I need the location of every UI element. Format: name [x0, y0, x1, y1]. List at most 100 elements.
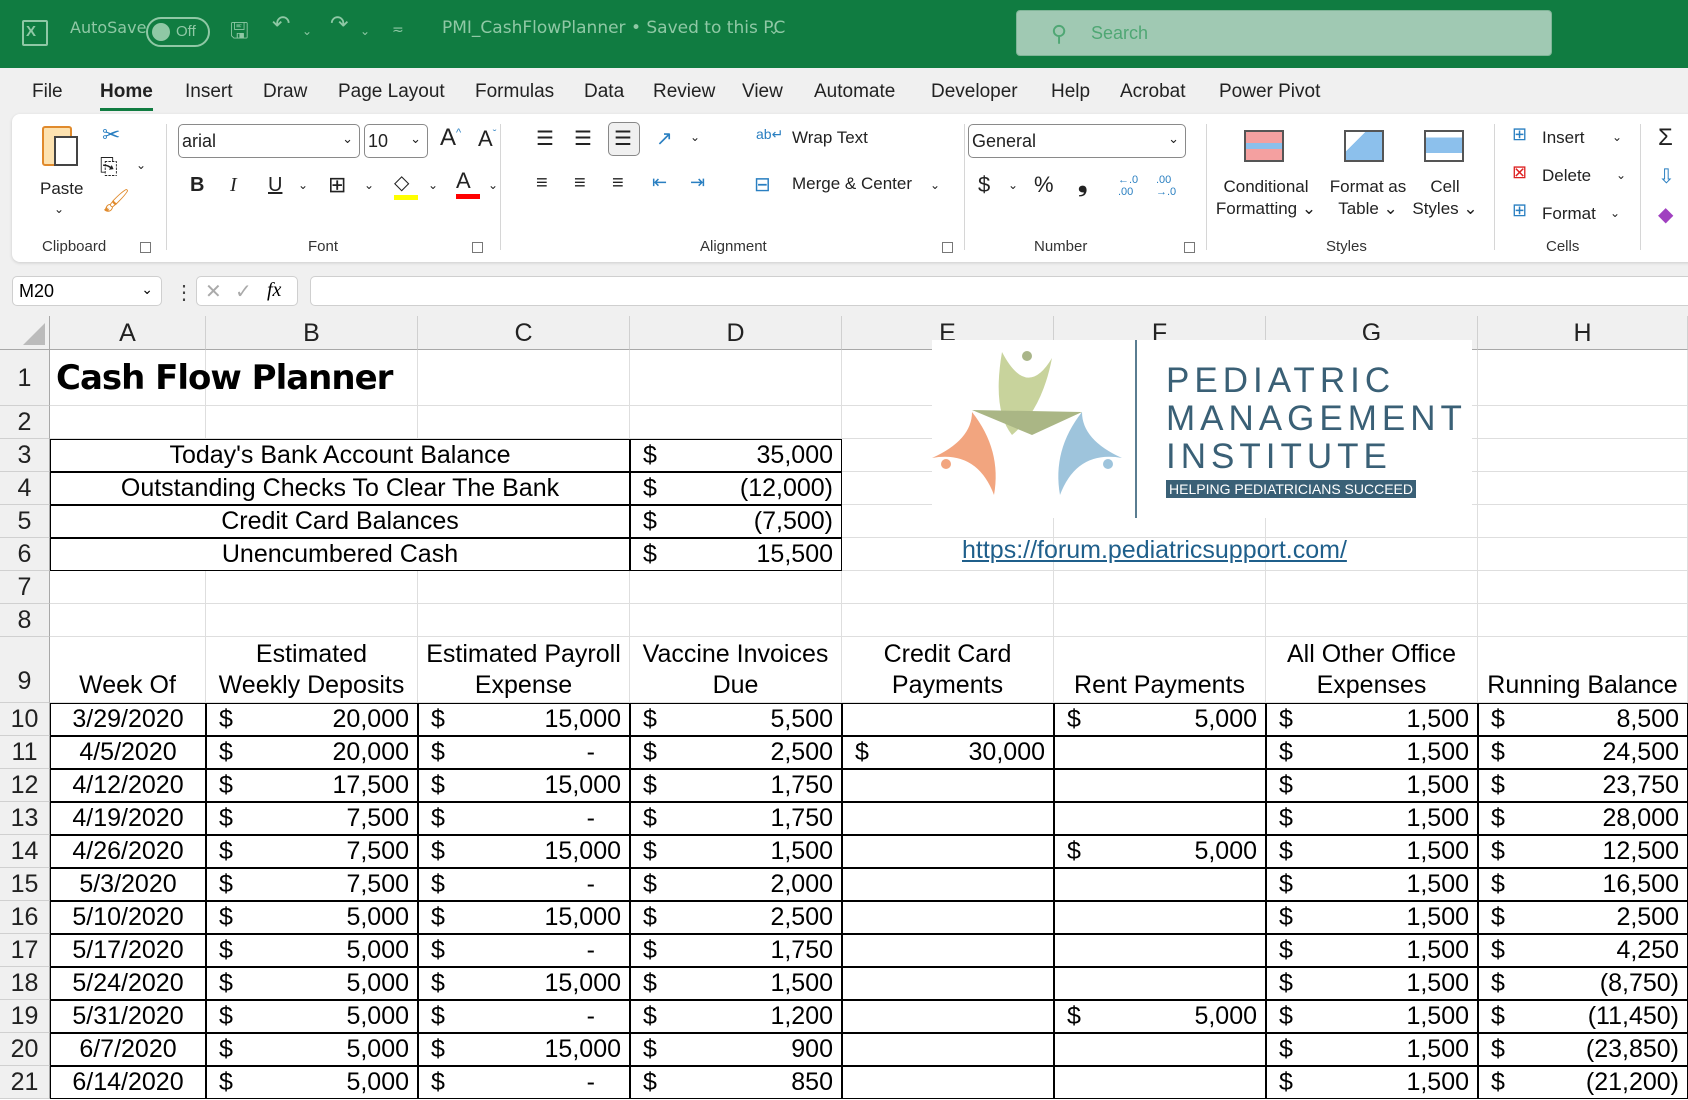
amount-cell[interactable]: $7,500	[206, 835, 418, 868]
amount-cell[interactable]: $23,750	[1478, 769, 1688, 802]
amount-cell[interactable]: $5,000	[206, 934, 418, 967]
amount-cell[interactable]: $15,000	[418, 967, 630, 1000]
cut-icon[interactable]: ✂	[102, 122, 120, 148]
amount-cell[interactable]	[1054, 802, 1266, 835]
decrease-indent-icon[interactable]: ⇤	[652, 172, 667, 193]
search-box[interactable]: ⚲ Search	[1016, 10, 1552, 56]
summary-value[interactable]: $35,000	[630, 439, 842, 472]
cell[interactable]	[206, 604, 418, 637]
row-header[interactable]: 15	[0, 868, 50, 901]
row-header[interactable]: 16	[0, 901, 50, 934]
amount-cell[interactable]: $15,000	[418, 703, 630, 736]
amount-cell[interactable]: $1,500	[1266, 1066, 1478, 1099]
undo-dropdown-icon[interactable]: ⌄	[302, 24, 312, 38]
amount-cell[interactable]: $5,000	[206, 967, 418, 1000]
week-of[interactable]: 5/24/2020	[50, 967, 206, 1000]
column-header[interactable]: B	[206, 316, 418, 350]
cell[interactable]	[842, 571, 1054, 604]
format-painter-icon[interactable]: 🖌	[102, 188, 130, 214]
cell[interactable]	[1054, 571, 1266, 604]
row-header[interactable]: 21	[0, 1066, 50, 1099]
row-header[interactable]: 17	[0, 934, 50, 967]
cell[interactable]	[1478, 472, 1688, 505]
cell[interactable]	[1266, 571, 1478, 604]
row-header[interactable]: 9	[0, 637, 50, 703]
cell[interactable]	[50, 571, 206, 604]
amount-cell[interactable]: $ (11,450)	[1478, 1000, 1688, 1033]
increase-font-icon[interactable]: A^	[440, 124, 461, 152]
summary-value[interactable]: $ (7,500)	[630, 505, 842, 538]
cell[interactable]	[842, 604, 1054, 637]
week-of[interactable]: 5/31/2020	[50, 1000, 206, 1033]
amount-cell[interactable]: $20,000	[206, 736, 418, 769]
amount-cell[interactable]: $17,500	[206, 769, 418, 802]
summary-label[interactable]: Credit Card Balances	[50, 505, 630, 538]
row-header[interactable]: 10	[0, 703, 50, 736]
week-of[interactable]: 5/17/2020	[50, 934, 206, 967]
amount-cell[interactable]	[842, 835, 1054, 868]
amount-cell[interactable]: $ (21,200)	[1478, 1066, 1688, 1099]
week-of[interactable]: 5/3/2020	[50, 868, 206, 901]
row-header[interactable]: 14	[0, 835, 50, 868]
redo-icon[interactable]: ↷	[330, 12, 348, 37]
name-box[interactable]: M20 ⌄	[12, 276, 162, 306]
cell[interactable]	[1266, 604, 1478, 637]
more-options-icon[interactable]: ⋮	[174, 280, 194, 305]
amount-cell[interactable]: $ -	[418, 868, 630, 901]
wrap-text-button[interactable]: Wrap Text	[792, 128, 868, 148]
amount-cell[interactable]: $30,000	[842, 736, 1054, 769]
fill-color-icon[interactable]: ◇	[394, 170, 418, 200]
cell[interactable]	[1478, 439, 1688, 472]
clear-icon[interactable]: ◆	[1658, 202, 1673, 227]
amount-cell[interactable]: $16,500	[1478, 868, 1688, 901]
select-all-button[interactable]	[0, 316, 50, 350]
amount-cell[interactable]	[1054, 1066, 1266, 1099]
cell[interactable]	[418, 571, 630, 604]
amount-cell[interactable]: $5,000	[206, 1066, 418, 1099]
amount-cell[interactable]	[1054, 868, 1266, 901]
amount-cell[interactable]	[1054, 901, 1266, 934]
amount-cell[interactable]: $2,500	[630, 736, 842, 769]
amount-cell[interactable]: $1,500	[1266, 736, 1478, 769]
tab-home[interactable]: Home	[100, 81, 153, 111]
amount-cell[interactable]: $1,500	[1266, 835, 1478, 868]
cell[interactable]	[50, 604, 206, 637]
row-header[interactable]: 1	[0, 350, 50, 406]
row-header[interactable]: 3	[0, 439, 50, 472]
align-bottom-button[interactable]: ☰	[608, 122, 640, 156]
amount-cell[interactable]: $7,500	[206, 802, 418, 835]
row-header[interactable]: 7	[0, 571, 50, 604]
amount-cell[interactable]: $2,500	[1478, 901, 1688, 934]
fill-icon[interactable]: ⇩	[1658, 164, 1675, 189]
amount-cell[interactable]	[842, 934, 1054, 967]
cancel-icon[interactable]: ✕	[205, 279, 222, 304]
amount-cell[interactable]: $1,500	[1266, 868, 1478, 901]
amount-cell[interactable]: $1,500	[1266, 1000, 1478, 1033]
align-right-icon[interactable]: ≡	[612, 172, 624, 195]
cell[interactable]	[630, 406, 842, 439]
cell-styles-button[interactable]: Cell Styles ⌄	[1412, 176, 1478, 220]
summary-label[interactable]: Unencumbered Cash	[50, 538, 630, 571]
tab-view[interactable]: View	[742, 81, 783, 103]
amount-cell[interactable]: $1,200	[630, 1000, 842, 1033]
autosave-toggle[interactable]: Off	[146, 17, 210, 47]
title-dropdown-icon[interactable]: ⌄	[768, 22, 780, 38]
cell[interactable]	[1478, 505, 1688, 538]
alignment-launcher-icon[interactable]	[942, 242, 953, 253]
cell[interactable]	[1478, 406, 1688, 439]
cell[interactable]	[630, 350, 842, 406]
amount-cell[interactable]: $5,000	[206, 1033, 418, 1066]
insert-dropdown-icon[interactable]: ⌄	[1612, 130, 1622, 144]
percent-button[interactable]: %	[1034, 172, 1054, 198]
format-dropdown-icon[interactable]: ⌄	[1610, 206, 1620, 220]
column-header[interactable]: A	[50, 316, 206, 350]
amount-cell[interactable]: $1,500	[630, 835, 842, 868]
amount-cell[interactable]: $5,000	[206, 1000, 418, 1033]
row-header[interactable]: 8	[0, 604, 50, 637]
amount-cell[interactable]	[1054, 736, 1266, 769]
amount-cell[interactable]	[1054, 934, 1266, 967]
orientation-icon[interactable]: ↗	[656, 126, 673, 151]
font-launcher-icon[interactable]	[472, 242, 483, 253]
amount-cell[interactable]: $15,000	[418, 901, 630, 934]
font-color-dropdown-icon[interactable]: ⌄	[488, 178, 498, 192]
